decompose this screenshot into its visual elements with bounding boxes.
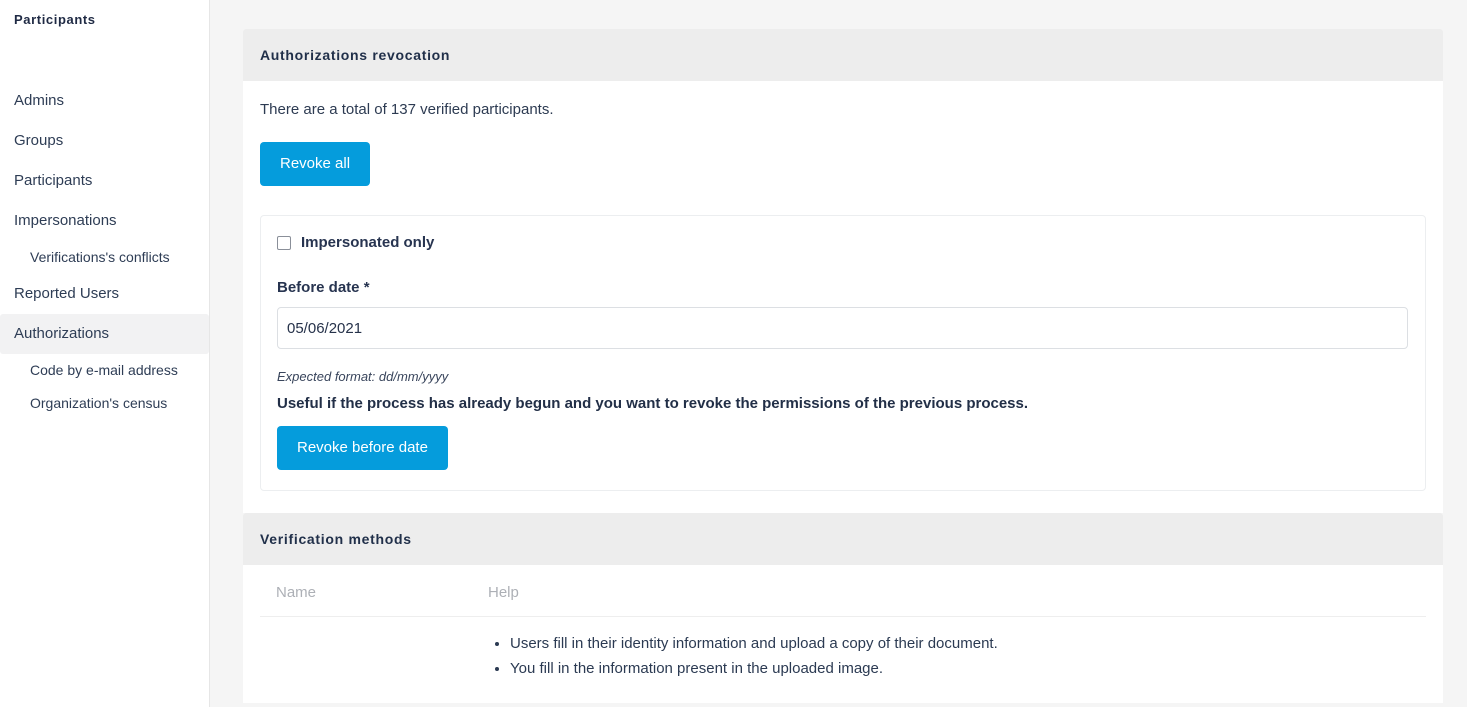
sidebar-item-groups[interactable]: Groups (0, 121, 209, 161)
required-asterisk: * (363, 279, 370, 296)
method-name-cell (260, 617, 472, 682)
revocation-panel-title: Authorizations revocation (243, 29, 1443, 81)
column-header-help: Help (472, 570, 1426, 617)
before-date-label-text: Before date (277, 279, 360, 296)
column-header-name: Name (260, 570, 472, 617)
before-date-input[interactable] (277, 307, 1408, 349)
sidebar-item-authorizations[interactable]: Authorizations (0, 314, 209, 354)
usefulness-note: Useful if the process has already begun … (277, 395, 1029, 412)
sidebar-item-code-by-email-address[interactable]: Code by e-mail address (0, 354, 209, 387)
sidebar-nav: Admins Groups Participants Impersonation… (0, 81, 209, 420)
verified-participants-summary: There are a total of 137 verified partic… (260, 101, 554, 118)
main-content: Authorizations revocation There are a to… (210, 0, 1467, 707)
method-help-cell: Users fill in their identity information… (472, 617, 1426, 682)
revoke-all-button[interactable]: Revoke all (260, 142, 371, 186)
sidebar-title: Participants (14, 12, 96, 27)
list-item: Users fill in their identity information… (510, 631, 1426, 656)
revocation-panel-body: There are a total of 137 verified partic… (243, 81, 1443, 513)
table-body: Users fill in their identity information… (260, 617, 1426, 682)
authorizations-revocation-panel: Authorizations revocation There are a to… (243, 29, 1443, 513)
sidebar-item-verifications-conflicts[interactable]: Verifications's conflicts (0, 241, 209, 274)
verification-methods-panel: Verification methods Name Help • Users f… (243, 513, 1443, 703)
table-head: Name Help (260, 570, 1426, 617)
sidebar-item-impersonations[interactable]: Impersonations (0, 201, 209, 241)
revoke-before-date-button[interactable]: Revoke before date (277, 426, 448, 470)
table-row: Users fill in their identity information… (260, 617, 1426, 682)
verification-methods-table: Name Help Users fill in their identity i… (260, 570, 1426, 681)
revoke-before-date-form: Impersonated only Before date * Expected… (260, 215, 1426, 491)
list-item: You fill in the information present in t… (510, 656, 1426, 681)
impersonated-only-checkbox[interactable] (277, 236, 291, 250)
sidebar-item-participants[interactable]: Participants (0, 161, 209, 201)
impersonated-only-row[interactable]: Impersonated only (277, 234, 1409, 252)
before-date-label: Before date * (277, 279, 1409, 297)
sidebar-item-reported-users[interactable]: Reported Users (0, 274, 209, 314)
verification-panel-body: Name Help Users fill in their identity i… (243, 565, 1443, 703)
verification-panel-title: Verification methods (243, 513, 1443, 565)
sidebar-item-admins[interactable]: Admins (0, 81, 209, 121)
sidebar: Participants Admins Groups Participants … (0, 0, 210, 707)
method-help-list: Users fill in their identity information… (488, 631, 1426, 681)
sidebar-item-organizations-census[interactable]: Organization's census (0, 387, 209, 420)
table-header-row: Name Help (260, 570, 1426, 617)
app-root: Participants Admins Groups Participants … (0, 0, 1467, 707)
impersonated-only-label[interactable]: Impersonated only (301, 234, 434, 252)
expected-format-hint: Expected format: dd/mm/yyyy (277, 369, 449, 384)
